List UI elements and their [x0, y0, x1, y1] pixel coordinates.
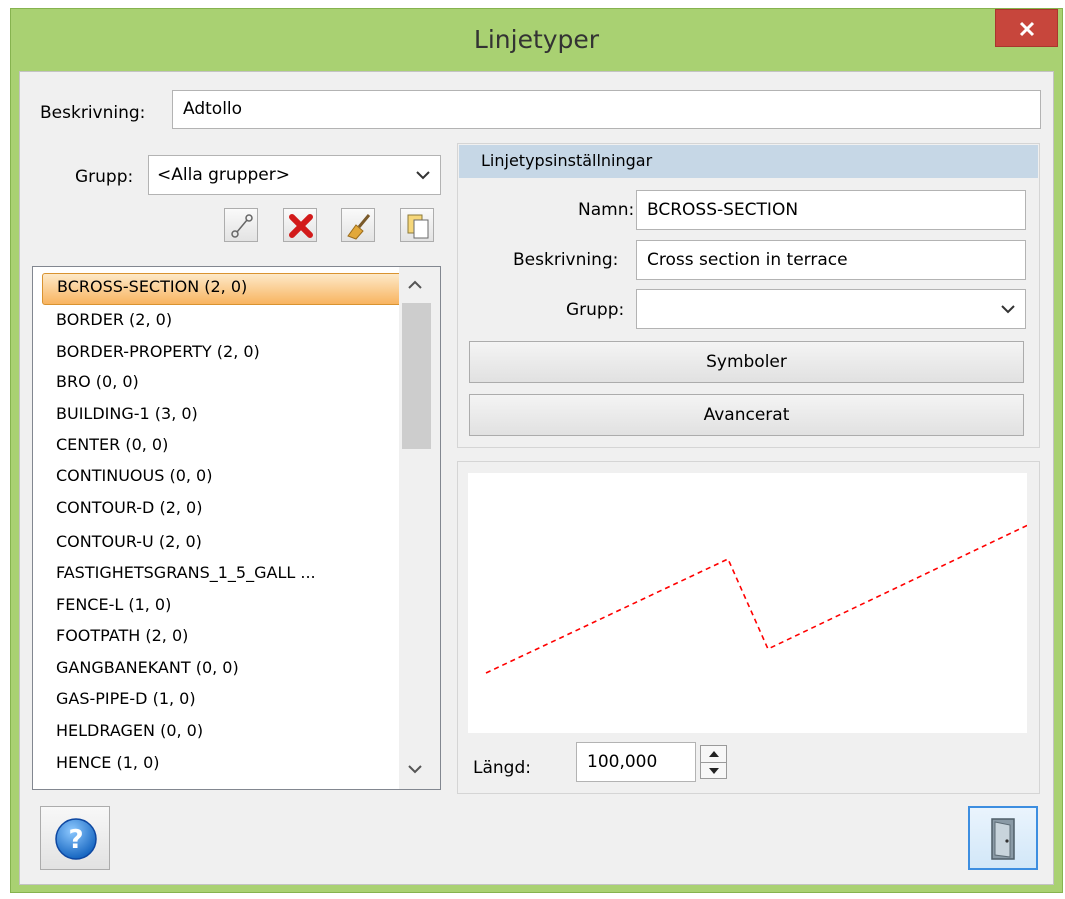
list-item[interactable]: FOOTPATH (2, 0): [56, 621, 188, 651]
help-button[interactable]: ?: [40, 806, 110, 870]
door-exit-icon: [991, 818, 1015, 860]
linetype-preview: [468, 473, 1029, 733]
window-title: Linjetyper: [473, 25, 600, 54]
list-item[interactable]: GAS-PIPE-D (1, 0): [56, 684, 196, 714]
linetype-preview-drawing: [485, 524, 1029, 674]
list-item[interactable]: CONTINUOUS (0, 0): [56, 461, 212, 491]
group-select-value: <Alla grupper>: [157, 165, 290, 185]
list-scrollbar[interactable]: [399, 267, 440, 789]
length-label: Längd:: [473, 758, 531, 778]
description-field[interactable]: Adtollo: [172, 90, 1041, 129]
list-item[interactable]: BUILDING-1 (3, 0): [56, 399, 198, 429]
chevron-down-icon: [1001, 290, 1015, 328]
length-field[interactable]: 100,000: [576, 742, 696, 782]
advanced-button[interactable]: Avancerat: [469, 394, 1024, 436]
list-item[interactable]: BORDER-PROPERTY (2, 0): [56, 337, 260, 367]
length-spinner[interactable]: [700, 745, 727, 779]
list-item[interactable]: HENCE (1, 0): [56, 748, 160, 778]
description-label: Beskrivning:: [40, 103, 146, 123]
symbols-button[interactable]: Symboler: [469, 341, 1024, 383]
list-item[interactable]: FENCE-L (1, 0): [56, 590, 171, 620]
list-item[interactable]: HELDRAGEN (0, 0): [56, 716, 203, 746]
delete-icon: [289, 214, 313, 238]
list-item[interactable]: GANGBANEKANT (0, 0): [56, 653, 239, 683]
preview-line: [485, 524, 1029, 674]
close-icon: [1019, 21, 1035, 37]
list-item[interactable]: BRO (0, 0): [56, 367, 139, 397]
list-item[interactable]: BORDER (2, 0): [56, 305, 172, 335]
line-icon: [231, 214, 253, 238]
linetype-list[interactable]: BCROSS-SECTION (2, 0) BORDER (2, 0) BORD…: [32, 266, 441, 790]
exit-button[interactable]: [968, 806, 1038, 870]
copy-linetype-button[interactable]: [400, 208, 434, 242]
scroll-up-icon[interactable]: [407, 279, 423, 291]
scroll-down-icon[interactable]: [407, 763, 423, 775]
list-item[interactable]: CENTER (0, 0): [56, 430, 168, 460]
help-icon: ?: [55, 818, 97, 860]
new-linetype-button[interactable]: [224, 208, 258, 242]
settings-header: Linjetypsinställningar: [459, 145, 1038, 178]
list-item[interactable]: CONTOUR-U (2, 0): [56, 527, 202, 557]
svg-text:?: ?: [68, 825, 83, 855]
scrollbar-thumb[interactable]: [402, 303, 431, 449]
name-label: Namn:: [578, 200, 635, 220]
group-label: Grupp:: [75, 167, 134, 187]
group-select[interactable]: <Alla grupper>: [148, 155, 441, 195]
chevron-down-icon: [416, 156, 430, 194]
settings-description-label: Beskrivning:: [513, 250, 619, 270]
close-button[interactable]: [995, 9, 1058, 47]
spin-up-icon[interactable]: [701, 746, 728, 763]
settings-description-field[interactable]: Cross section in terrace: [636, 240, 1026, 280]
list-item-selected[interactable]: BCROSS-SECTION (2, 0): [42, 273, 408, 305]
copy-icon: [407, 214, 429, 239]
title-bar[interactable]: Linjetyper: [11, 9, 1062, 70]
clean-linetypes-button[interactable]: [341, 208, 375, 242]
settings-header-label: Linjetypsinställningar: [481, 151, 653, 170]
spin-down-icon[interactable]: [701, 763, 728, 779]
settings-group-select[interactable]: [636, 289, 1026, 329]
delete-linetype-button[interactable]: [283, 208, 317, 242]
settings-group-label: Grupp:: [566, 300, 625, 320]
broom-icon: [347, 214, 371, 240]
name-field[interactable]: BCROSS-SECTION: [636, 190, 1026, 230]
list-item[interactable]: FASTIGHETSGRANS_1_5_GALL ...: [56, 558, 316, 588]
list-item[interactable]: CONTOUR-D (2, 0): [56, 493, 202, 523]
